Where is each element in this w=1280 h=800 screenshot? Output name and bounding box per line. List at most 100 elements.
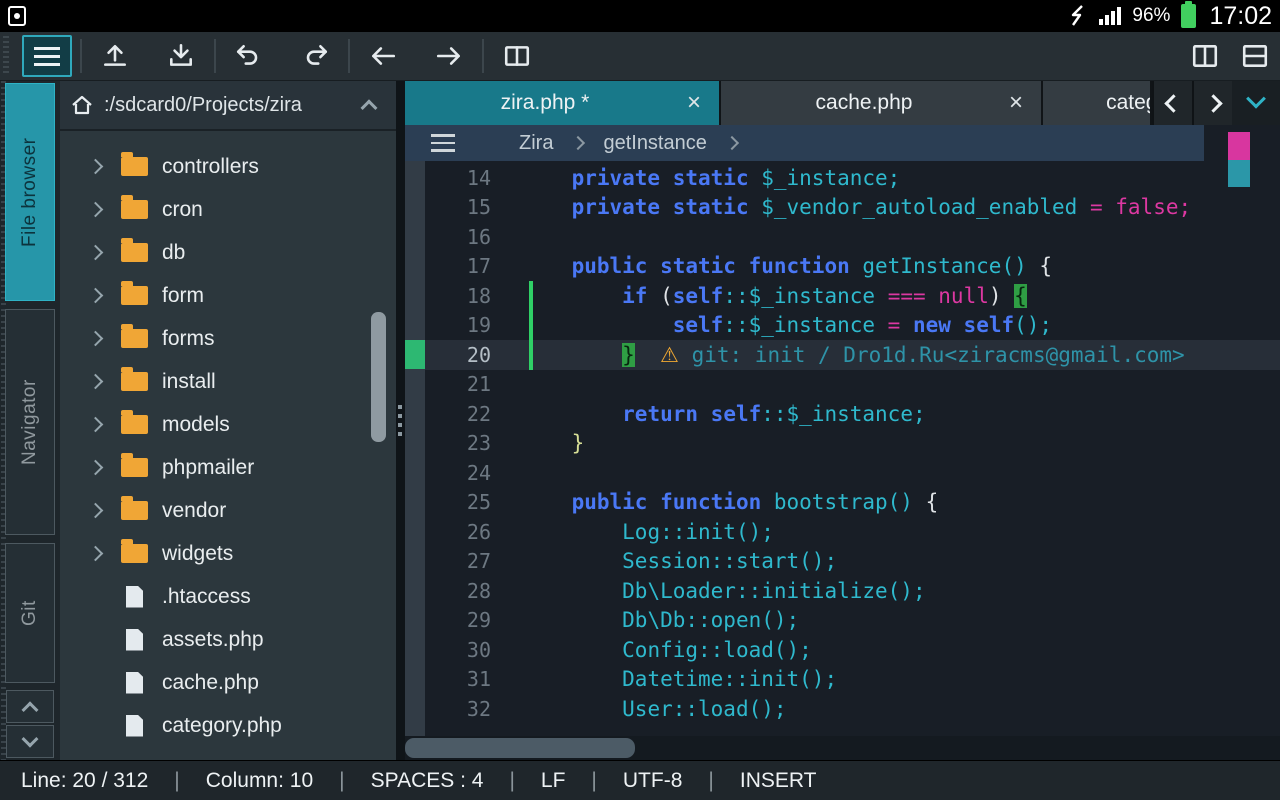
tree-item-install[interactable]: install	[60, 360, 396, 403]
layout-rows-button[interactable]	[1230, 32, 1280, 80]
expand-chevron-icon[interactable]	[88, 417, 104, 433]
code-text: }	[521, 431, 584, 455]
chevron-right-icon	[571, 136, 585, 150]
rail-tab-file-browser[interactable]: File browser	[5, 83, 55, 301]
code-line-17[interactable]: 17 public static function getInstance() …	[425, 252, 1280, 282]
breadcrumb-item[interactable]: Zira	[519, 132, 553, 155]
layout-columns-button[interactable]	[1180, 32, 1230, 80]
navigate-back-button[interactable]	[350, 32, 416, 80]
file-icon	[126, 672, 143, 694]
code-text: } ⚠ git: init / Dro1d.Ru<ziracms@gmail.c…	[521, 343, 1185, 367]
tree-item-forms[interactable]: forms	[60, 317, 396, 360]
gutter-marker-strip	[405, 161, 425, 736]
navigate-forward-button[interactable]	[416, 32, 482, 80]
tree-item-db[interactable]: db	[60, 231, 396, 274]
tree-item-widgets[interactable]: widgets	[60, 532, 396, 575]
code-line-15[interactable]: 15 private static $_vendor_autoload_enab…	[425, 193, 1280, 223]
breadcrumb-menu-icon[interactable]	[431, 134, 455, 152]
tab-list-dropdown-button[interactable]	[1232, 81, 1280, 125]
tab-scroll-left-button[interactable]	[1152, 81, 1192, 125]
arrow-left-icon	[368, 42, 398, 70]
code-line-20[interactable]: 20 } ⚠ git: init / Dro1d.Ru<ziracms@gmai…	[425, 340, 1280, 370]
tree-item-vendor[interactable]: vendor	[60, 489, 396, 532]
expand-chevron-icon[interactable]	[88, 331, 104, 347]
code-line-24[interactable]: 24	[425, 458, 1280, 488]
tree-item-cron[interactable]: cron	[60, 188, 396, 231]
line-number: 32	[425, 697, 521, 721]
expand-chevron-icon[interactable]	[88, 374, 104, 390]
code-line-29[interactable]: 29 Db\Db::open();	[425, 606, 1280, 636]
editor-tab-zira.php[interactable]: zira.php *×	[405, 81, 721, 125]
code-text: Db\Db::open();	[521, 608, 799, 632]
panel-resize-handle[interactable]	[396, 81, 405, 760]
code-lines: 14 private static $_instance;15 private …	[425, 161, 1280, 724]
redo-button[interactable]	[282, 32, 348, 80]
code-line-27[interactable]: 27 Session::start();	[425, 547, 1280, 577]
editor-tab-cache.php[interactable]: cache.php×	[721, 81, 1043, 125]
code-text: Datetime::init();	[521, 667, 837, 691]
code-line-28[interactable]: 28 Db\Loader::initialize();	[425, 576, 1280, 606]
close-icon[interactable]: ×	[687, 89, 701, 117]
rail-tab-git[interactable]: Git	[5, 543, 55, 683]
sidebar-scroll-up-button[interactable]	[6, 690, 54, 723]
upload-button[interactable]	[82, 32, 148, 80]
sidebar-scroll-down-button[interactable]	[6, 725, 54, 758]
code-line-25[interactable]: 25 public function bootstrap() {	[425, 488, 1280, 518]
expand-chevron-icon[interactable]	[88, 159, 104, 175]
tree-item-cache.php[interactable]: cache.php	[60, 661, 396, 704]
tree-item-assets.php[interactable]: assets.php	[60, 618, 396, 661]
expand-chevron-icon[interactable]	[88, 503, 104, 519]
code-line-30[interactable]: 30 Config::load();	[425, 635, 1280, 665]
tree-item-form[interactable]: form	[60, 274, 396, 317]
tree-item-category.php[interactable]: category.php	[60, 704, 396, 747]
code-line-32[interactable]: 32 User::load();	[425, 694, 1280, 724]
expand-chevron-icon[interactable]	[88, 546, 104, 562]
tab-scroll-right-button[interactable]	[1192, 81, 1232, 125]
rail-tab-navigator[interactable]: Navigator	[5, 309, 55, 535]
expand-chevron-icon[interactable]	[88, 288, 104, 304]
status-separator: |	[339, 769, 344, 793]
save-as-button[interactable]	[148, 32, 214, 80]
scrollbar-modified-marker	[1228, 132, 1250, 160]
code-line-26[interactable]: 26 Log::init();	[425, 517, 1280, 547]
undo-button[interactable]	[216, 32, 282, 80]
breadcrumb-item[interactable]: getInstance	[603, 132, 706, 155]
folder-icon	[121, 544, 148, 563]
code-text: public static function getInstance() {	[521, 254, 1052, 278]
editor-tab-category.php[interactable]: category.php×	[1043, 81, 1152, 125]
code-line-16[interactable]: 16	[425, 222, 1280, 252]
expand-chevron-icon[interactable]	[88, 202, 104, 218]
tree-item-controllers[interactable]: controllers	[60, 145, 396, 188]
file-tree: controllerscron db formformsinstallmodelsp…	[60, 131, 396, 747]
tree-item-models[interactable]: models	[60, 403, 396, 446]
code-editor[interactable]: 14 private static $_instance;15 private …	[405, 161, 1280, 736]
expand-chevron-icon[interactable]	[88, 245, 104, 261]
menu-button[interactable]	[14, 32, 80, 80]
code-line-19[interactable]: 19 self::$_instance = new self();	[425, 311, 1280, 341]
scrollbar-thumb[interactable]	[1228, 160, 1250, 187]
vertical-scrollbar[interactable]	[1228, 125, 1250, 265]
code-line-14[interactable]: 14 private static $_instance;	[425, 163, 1280, 193]
code-line-21[interactable]: 21	[425, 370, 1280, 400]
editor-status-bar: Line: 20 / 312|Column: 10|SPACES : 4|LF|…	[0, 760, 1280, 800]
line-number: 29	[425, 608, 521, 632]
chevron-up-icon	[22, 701, 39, 718]
tree-item-.htaccess[interactable]: .htaccess	[60, 575, 396, 618]
collapse-panel-button[interactable]	[352, 88, 386, 122]
android-status-bar: 96% 17:02	[0, 0, 1280, 32]
file-browser-header[interactable]: :/sdcard0/Projects/zira	[60, 81, 396, 131]
split-view-button[interactable]	[484, 32, 550, 80]
tree-item-phpmailer[interactable]: phpmailer	[60, 446, 396, 489]
code-line-22[interactable]: 22 return self::$_instance;	[425, 399, 1280, 429]
horizontal-scrollbar[interactable]	[405, 736, 1280, 760]
file-browser-scrollbar[interactable]	[371, 312, 386, 442]
tab-inner: zira.php *×	[405, 89, 719, 117]
code-line-18[interactable]: 18 if (self::$_instance === null) {	[425, 281, 1280, 311]
tree-item-label: db	[162, 241, 185, 265]
chevron-down-icon	[1246, 89, 1266, 109]
code-line-23[interactable]: 23 }	[425, 429, 1280, 459]
code-line-31[interactable]: 31 Datetime::init();	[425, 665, 1280, 695]
close-icon[interactable]: ×	[1009, 89, 1023, 117]
scrollbar-thumb[interactable]	[405, 738, 635, 758]
expand-chevron-icon[interactable]	[88, 460, 104, 476]
